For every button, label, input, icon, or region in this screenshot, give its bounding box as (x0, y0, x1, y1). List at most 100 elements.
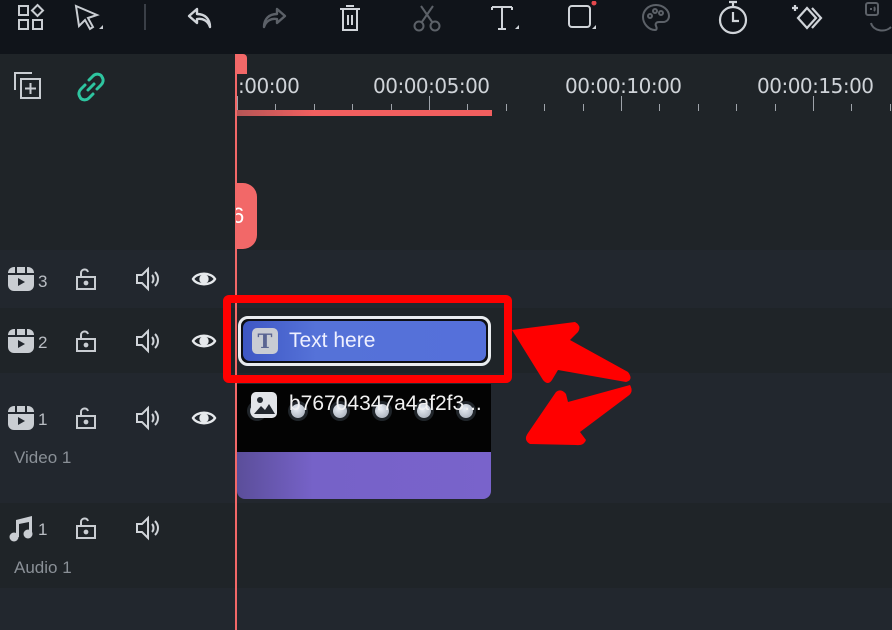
ruler-minor-tick (736, 104, 738, 111)
eye-icon (191, 411, 217, 425)
mute-toggle[interactable] (135, 515, 161, 541)
ruler-minor-tick (889, 104, 891, 111)
link-button[interactable] (74, 70, 108, 104)
ruler-major-tick (813, 96, 814, 111)
text-clip-icon: T (252, 328, 278, 354)
keyframe-button[interactable] (790, 0, 826, 36)
lock-toggle[interactable] (75, 406, 97, 430)
video-track-icon (7, 266, 35, 292)
layout-grid-icon (18, 3, 45, 30)
split-button[interactable] (409, 0, 445, 36)
ruler-label: 00:00:05:00 (373, 74, 490, 98)
video-clip[interactable]: b76704347a4af2f3... (237, 384, 491, 499)
ruler-minor-tick (544, 104, 546, 111)
timeline-scroll-range[interactable] (237, 110, 492, 116)
scissors-icon (413, 5, 441, 32)
ruler-major-tick (429, 96, 430, 111)
text-clip-body: T Text here (243, 321, 486, 361)
timeline-ruler[interactable]: :00:00 00:00:05:00 00:00:10:00 00:00:15:… (235, 54, 892, 116)
track-header-video2: 2 (0, 308, 235, 373)
eye-icon (191, 334, 217, 348)
track-number: 1 (38, 520, 48, 539)
ruler-major-tick (621, 96, 622, 111)
redo-button[interactable] (256, 0, 292, 36)
ruler-minor-tick (659, 104, 661, 111)
unlock-icon (76, 407, 96, 429)
audio-detach-icon (865, 2, 892, 32)
track-number: 3 (38, 272, 48, 291)
video-clip-audio-waveform (237, 452, 491, 499)
text-clip[interactable]: T Text here (238, 316, 491, 366)
palette-icon (641, 3, 671, 32)
crop-button[interactable] (563, 0, 599, 36)
unlock-icon (76, 330, 96, 352)
delete-button[interactable] (332, 0, 368, 36)
audio-button[interactable] (860, 0, 892, 36)
track-band-empty (0, 116, 892, 250)
video-track-icon (7, 328, 35, 354)
marker-text: 6 (236, 203, 245, 228)
unlock-icon (76, 268, 96, 290)
add-track-icon (14, 72, 41, 99)
layout-grid-button[interactable] (12, 0, 48, 36)
add-track-button[interactable] (12, 70, 44, 102)
text-clip-label: Text here (289, 329, 376, 352)
speaker-icon (136, 328, 159, 354)
track-band-empty-bottom (0, 588, 892, 630)
lock-toggle[interactable] (75, 329, 97, 353)
image-icon (251, 392, 277, 418)
speaker-icon (136, 405, 159, 431)
mute-toggle[interactable] (135, 328, 161, 354)
music-note-icon (7, 514, 35, 542)
undo-button[interactable] (182, 0, 218, 36)
unlock-icon (76, 517, 96, 539)
visibility-toggle[interactable] (191, 407, 217, 429)
track-number: 1 (38, 410, 48, 429)
keyframe-icon (792, 5, 823, 30)
undo-icon (187, 7, 212, 29)
text-button[interactable] (486, 0, 522, 36)
playhead-handle[interactable] (235, 54, 247, 74)
select-tool-button[interactable] (70, 0, 106, 36)
playhead-marker[interactable]: 6 (236, 183, 257, 249)
cursor-icon (74, 4, 103, 31)
ruler-minor-tick (505, 104, 507, 111)
speaker-icon (136, 515, 159, 541)
playhead-line[interactable] (235, 54, 237, 630)
track-header-video3: 3 (0, 250, 235, 308)
mute-toggle[interactable] (135, 266, 161, 292)
video-clip-thumbnails: b76704347a4af2f3... (237, 384, 491, 452)
ruler-minor-tick (582, 104, 584, 111)
redo-icon (262, 7, 287, 29)
ruler-label: 00:00:15:00 (757, 74, 874, 98)
text-icon (491, 6, 519, 30)
ruler-major-tick (237, 96, 238, 111)
video-clip-label: b76704347a4af2f3... (289, 392, 482, 415)
ruler-label: :00:00 (238, 74, 300, 98)
color-button[interactable] (638, 0, 674, 36)
speaker-icon (136, 266, 159, 292)
visibility-toggle[interactable] (191, 330, 217, 352)
lock-toggle[interactable] (75, 267, 97, 291)
ruler-minor-tick (851, 104, 853, 111)
speed-button[interactable] (715, 0, 751, 36)
track-number: 2 (38, 333, 48, 352)
visibility-toggle[interactable] (191, 268, 217, 290)
ruler-minor-tick (697, 104, 699, 111)
timer-icon (718, 0, 748, 35)
track-name: Audio 1 (14, 558, 72, 577)
link-icon (77, 72, 105, 102)
toolbar-separator (144, 4, 146, 30)
video-track-icon (7, 405, 35, 431)
track-name: Video 1 (14, 448, 72, 467)
ruler-minor-tick (774, 104, 776, 111)
ruler-label: 00:00:10:00 (565, 74, 682, 98)
eye-icon (191, 272, 217, 286)
toolbar (0, 0, 892, 54)
track-header-video1: 1 Video 1 (0, 373, 235, 503)
mute-toggle[interactable] (135, 405, 161, 431)
trash-icon (340, 5, 360, 31)
lock-toggle[interactable] (75, 516, 97, 540)
track-header-audio1: 1 Audio 1 (0, 503, 235, 588)
crop-icon (568, 1, 597, 29)
